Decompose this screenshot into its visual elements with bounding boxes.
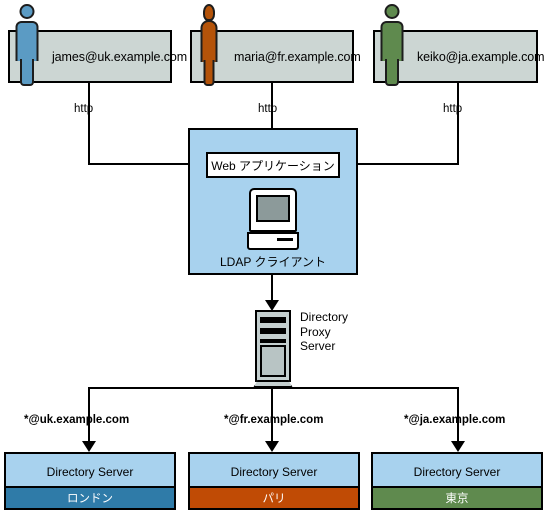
person-icon-orange — [192, 4, 226, 86]
person-icon-green — [375, 4, 409, 86]
server-front-panel — [260, 345, 286, 377]
desktop-computer-icon — [247, 188, 299, 250]
person-torso — [15, 21, 39, 61]
connector-client-to-proxy — [271, 275, 273, 302]
connector-keiko-vertical — [457, 83, 459, 165]
directory-server-location-paris: パリ — [190, 486, 358, 508]
edge-label-http-keiko: http — [443, 103, 463, 115]
arrow-into-ds-london — [82, 441, 96, 452]
directory-server-title: Directory Server — [413, 465, 501, 479]
directory-server-location-london: ロンドン — [6, 486, 174, 508]
directory-server-title: Directory Server — [46, 465, 134, 479]
person-head — [19, 4, 35, 19]
ldap-proxy-diagram: james@uk.example.com maria@fr.example.co… — [0, 0, 546, 516]
server-bay-2 — [260, 328, 286, 334]
person-legs — [385, 59, 399, 86]
proxy-server-label: Directory Proxy Server — [300, 310, 348, 354]
directory-server-location-tokyo: 東京 — [373, 486, 541, 508]
connector-keiko-horizontal — [349, 163, 459, 165]
person-head — [384, 4, 400, 19]
proxy-server-label-line3: Server — [300, 339, 336, 353]
directory-server-tokyo: Directory Server 東京 — [371, 452, 543, 510]
person-torso — [380, 21, 404, 61]
arrow-into-ds-paris — [265, 441, 279, 452]
computer-drive-slot — [277, 238, 293, 241]
edge-label-http-maria: http — [258, 103, 278, 115]
proxy-server-label-line2: Proxy — [300, 324, 331, 339]
computer-screen — [256, 195, 290, 222]
route-filter-fr: *@fr.example.com — [224, 414, 324, 426]
server-bay-1 — [260, 317, 286, 323]
edge-label-http-james: http — [74, 103, 94, 115]
ldap-client-label: LDAP クライアント — [220, 255, 326, 269]
person-torso — [200, 20, 218, 62]
directory-server-london: Directory Server ロンドン — [4, 452, 176, 510]
server-tower-icon — [253, 310, 293, 388]
arrow-into-ds-tokyo — [451, 441, 465, 452]
directory-server-title: Directory Server — [230, 465, 318, 479]
route-filter-uk: *@uk.example.com — [24, 414, 130, 426]
computer-base — [247, 232, 299, 250]
proxy-server-label-line1: Directory — [300, 310, 349, 324]
web-application-label: Web アプリケーション — [211, 158, 335, 173]
connector-proxy-bus — [88, 387, 459, 389]
connector-james-vertical — [88, 83, 90, 165]
server-bay-3 — [260, 339, 286, 343]
person-head — [203, 4, 215, 21]
person-legs — [20, 59, 34, 86]
person-icon-blue — [10, 4, 44, 86]
connector-james-horizontal — [88, 163, 200, 165]
web-application-box: Web アプリケーション — [206, 152, 340, 178]
route-filter-ja: *@ja.example.com — [404, 414, 506, 426]
directory-server-paris: Directory Server パリ — [188, 452, 360, 510]
person-legs — [203, 60, 215, 86]
